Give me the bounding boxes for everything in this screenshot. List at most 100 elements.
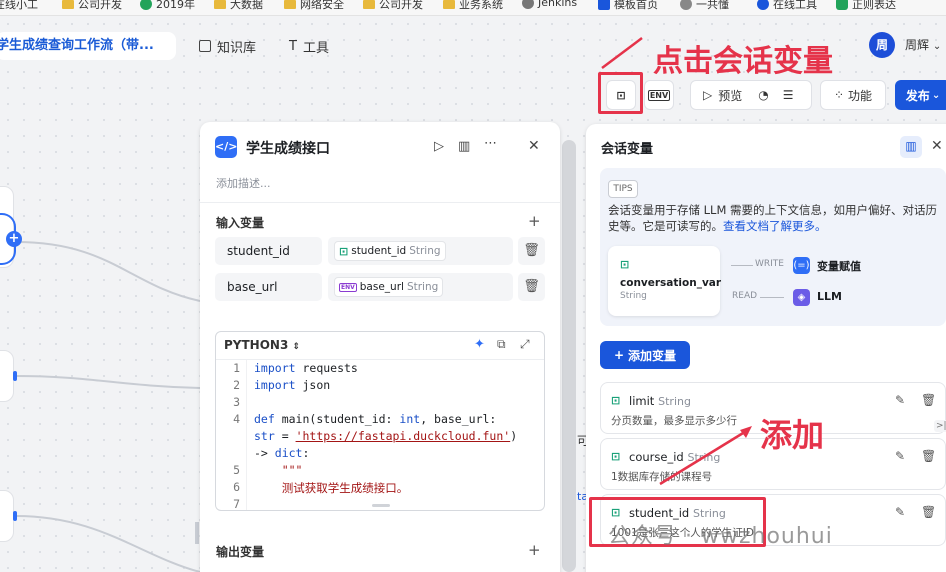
- chevron-updown-icon: ⇕: [292, 342, 301, 352]
- close-icon[interactable]: ✕: [528, 138, 540, 154]
- checklist-icon[interactable]: ☰: [783, 88, 794, 102]
- edit-icon[interactable]: ✎: [895, 393, 905, 407]
- connection-edge: [15, 241, 201, 302]
- conversation-variable-icon: ⊡: [620, 258, 630, 271]
- docs-icon[interactable]: ▥: [458, 139, 470, 154]
- features-button[interactable]: ⁘ 功能: [820, 80, 886, 110]
- more-icon[interactable]: ⋯: [484, 136, 497, 151]
- avatar[interactable]: 周: [869, 32, 895, 58]
- workflow-tab[interactable]: 学生成绩查询工作流（带...: [0, 32, 176, 60]
- preview-group: ▷ 预览 ◔ ☰: [690, 80, 812, 110]
- language-select[interactable]: PYTHON3 ⇕: [224, 338, 300, 352]
- publish-button[interactable]: 发布 ⌄: [895, 80, 946, 110]
- tips-text: 会话变量用于存储 LLM 需要的上下文信息，如用户偏好、对话历史等。它是可读写的…: [608, 203, 938, 233]
- bookmark-item[interactable]: 在线小工: [0, 0, 38, 12]
- code-line: def main(student_id: int, base_url:: [254, 412, 497, 426]
- node-title[interactable]: 学生成绩接口: [246, 138, 330, 158]
- chevron-down-icon: ⌄: [932, 41, 942, 52]
- add-node-icon[interactable]: +: [6, 231, 22, 247]
- code-line: import requests: [254, 361, 358, 375]
- bookmark-folder[interactable]: 公司开发: [62, 0, 122, 12]
- trash-icon[interactable]: 🗑: [921, 449, 936, 463]
- tips-badge: TIPS: [608, 180, 638, 198]
- docs-icon[interactable]: ▥: [900, 136, 922, 158]
- node-handle[interactable]: [13, 511, 17, 521]
- expand-icon[interactable]: ⤢: [520, 337, 530, 352]
- bookmark-folder[interactable]: 业务系统: [443, 0, 503, 12]
- play-icon[interactable]: ▷: [703, 88, 712, 102]
- site-logo-icon: [140, 0, 152, 10]
- trash-icon[interactable]: 🗑: [921, 393, 936, 407]
- bookmarks-bar: 在线小工 公司开发 2019年 大数据 网络安全 公司开发 业务系统 Jenki…: [0, 0, 946, 16]
- add-output-icon[interactable]: +: [528, 541, 541, 559]
- conversation-var-example: ⊡ conversation_var String: [608, 246, 722, 316]
- input-var-ref[interactable]: ⊡ student_id String: [328, 237, 513, 265]
- line-number: 3: [233, 395, 240, 409]
- collapse-icon[interactable]: >|: [934, 420, 946, 432]
- resize-handle[interactable]: [195, 522, 199, 544]
- connection-edge: [15, 375, 201, 389]
- run-icon[interactable]: ▷: [434, 139, 444, 154]
- trash-icon[interactable]: 🗑: [921, 505, 936, 519]
- code-editor-header: PYTHON3 ⇕ ✦ ⧉ ⤢: [216, 332, 544, 360]
- code-icon: </>: [215, 136, 237, 158]
- llm-label: LLM: [817, 290, 842, 303]
- conversation-variable-icon: ⊡: [616, 88, 626, 102]
- user-name[interactable]: 周辉 ⌄: [905, 36, 941, 53]
- env-button[interactable]: ENV: [644, 80, 674, 110]
- conversation-variable-icon: ⊡: [611, 450, 621, 463]
- bookmark-item[interactable]: 正则表达: [836, 0, 896, 12]
- canvas-node[interactable]: [0, 490, 14, 542]
- divider: [200, 202, 560, 203]
- annotation-arrow: [601, 37, 643, 69]
- input-var-ref[interactable]: ENV base_url String: [328, 273, 513, 301]
- assign-icon: (=): [793, 257, 810, 274]
- panel-title: 会话变量: [601, 142, 654, 157]
- input-var-name[interactable]: student_id: [215, 237, 322, 265]
- edit-icon[interactable]: ✎: [895, 449, 905, 463]
- copy-icon[interactable]: ⧉: [497, 337, 506, 352]
- bookmark-folder[interactable]: 公司开发: [363, 0, 423, 12]
- bookmark-item[interactable]: 2019年: [140, 0, 195, 12]
- trash-icon[interactable]: 🗑: [518, 273, 545, 301]
- bookmark-item[interactable]: 在线工具: [757, 0, 817, 12]
- code-editor[interactable]: PYTHON3 ⇕ ✦ ⧉ ⤢ 1 import requests 2 impo…: [215, 331, 545, 511]
- knowledge-nav[interactable]: 知识库: [199, 36, 256, 56]
- node-handle[interactable]: [13, 371, 17, 381]
- edit-icon[interactable]: ✎: [895, 505, 905, 519]
- history-icon[interactable]: ◔: [758, 88, 768, 102]
- conversation-variable-button[interactable]: ⊡: [606, 80, 636, 110]
- bookmark-item[interactable]: Jenkins: [522, 0, 577, 9]
- sparkle-icon[interactable]: ✦: [474, 337, 485, 352]
- example-var-name: conversation_var: [620, 277, 722, 289]
- docs-link[interactable]: 查看文档了解更多。: [723, 219, 827, 233]
- plus-icon: +: [613, 348, 625, 362]
- bookmark-folder[interactable]: 网络安全: [284, 0, 344, 12]
- canvas-scrollbar[interactable]: [562, 140, 576, 572]
- line-number: 5: [233, 463, 240, 477]
- assign-label: 变量赋值: [817, 260, 861, 273]
- code-line: import json: [254, 378, 331, 392]
- description-input[interactable]: 添加描述...: [216, 175, 271, 191]
- conversation-variable-icon: ⊡: [339, 244, 349, 258]
- input-var-name[interactable]: base_url: [215, 273, 322, 301]
- bookmark-item[interactable]: 模板首页: [598, 0, 658, 12]
- bookmark-item[interactable]: 一共懂: [680, 0, 729, 12]
- code-line: 测试获取学生成绩接口。: [254, 481, 409, 495]
- folder-icon: [363, 0, 375, 9]
- connection-edge: [15, 515, 201, 572]
- output-section-title: 输出变量: [216, 545, 265, 559]
- line-number: 1: [233, 361, 240, 375]
- close-icon[interactable]: ✕: [931, 138, 943, 154]
- preview-button[interactable]: 预览: [718, 87, 742, 104]
- bookmark-folder[interactable]: 大数据: [214, 0, 263, 12]
- annotation-arrow: [659, 426, 752, 486]
- tools-nav[interactable]: T 工具: [289, 36, 329, 56]
- globe-icon: [680, 0, 692, 10]
- add-input-icon[interactable]: +: [528, 212, 541, 230]
- trash-icon[interactable]: 🗑: [518, 237, 545, 265]
- editor-resize-handle[interactable]: [372, 504, 390, 507]
- canvas-node[interactable]: [0, 350, 14, 402]
- line-number: 7: [233, 497, 240, 511]
- add-variable-button[interactable]: + 添加变量: [600, 341, 690, 369]
